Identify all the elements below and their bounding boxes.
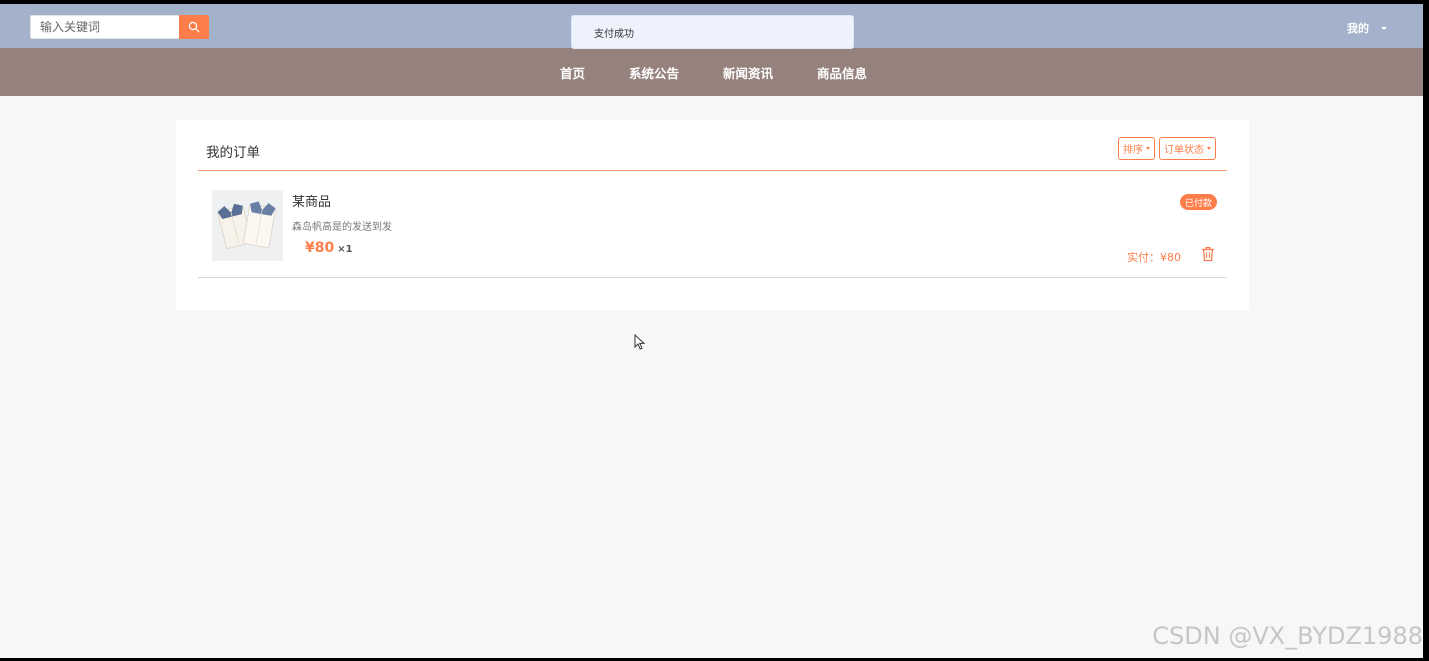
chevron-down-icon [1381, 26, 1387, 30]
user-menu-label: 我的 [1347, 22, 1369, 35]
shirt-image [212, 190, 283, 261]
product-description: 森岛帆高是的发送到发 [292, 222, 392, 233]
page-title: 我的订单 [206, 145, 260, 161]
page-viewport: 支付成功 我的 首页 系统公告 新闻资讯 商品信息 我的订单 排序 订单状态 [0, 4, 1423, 658]
cursor-icon [634, 334, 646, 350]
watermark-text: CSDN @VX_BYDZ1988 [1152, 622, 1423, 650]
main-nav: 首页 系统公告 新闻资讯 商品信息 [0, 48, 1423, 96]
payment-success-toast: 支付成功 [571, 15, 854, 49]
product-price: ¥80 [305, 240, 335, 256]
product-thumbnail[interactable] [212, 190, 283, 261]
paid-label: 实付： [1127, 251, 1160, 264]
chevron-down-icon [1146, 147, 1150, 150]
trash-icon [1202, 247, 1214, 262]
nav-item-announcements[interactable]: 系统公告 [607, 63, 701, 82]
search-box[interactable] [30, 15, 180, 39]
top-header: 支付成功 我的 [0, 4, 1423, 49]
search-icon [188, 21, 200, 33]
paid-amount: ¥80 [1160, 251, 1181, 264]
search-button[interactable] [179, 15, 209, 39]
price-line: ¥80 ×1 [305, 240, 353, 256]
orders-panel: 我的订单 排序 订单状态 某商品 森岛帆高是的发送到发 ¥80 ×1 已付款 实… [176, 120, 1249, 310]
order-item: 某商品 森岛帆高是的发送到发 ¥80 ×1 已付款 实付：¥80 [198, 172, 1227, 278]
sort-label: 排序 [1123, 145, 1143, 156]
order-tools: 排序 订单状态 [1118, 137, 1216, 160]
user-menu[interactable]: 我的 [1347, 20, 1387, 36]
delete-order-button[interactable] [1201, 246, 1215, 262]
toast-message: 支付成功 [594, 28, 634, 40]
nav-item-news[interactable]: 新闻资讯 [701, 63, 795, 82]
order-status-label: 订单状态 [1164, 145, 1204, 156]
chevron-down-icon [1207, 147, 1211, 150]
sort-dropdown[interactable]: 排序 [1118, 137, 1155, 160]
paid-total: 实付：¥80 [1127, 249, 1181, 265]
nav-item-products[interactable]: 商品信息 [795, 63, 889, 82]
status-badge: 已付款 [1179, 194, 1217, 210]
order-status-dropdown[interactable]: 订单状态 [1159, 137, 1216, 160]
product-quantity: ×1 [337, 244, 353, 255]
orders-panel-header: 我的订单 排序 订单状态 [198, 120, 1227, 171]
product-name[interactable]: 某商品 [292, 191, 331, 210]
nav-item-home[interactable]: 首页 [538, 63, 607, 82]
search-input[interactable] [31, 16, 179, 38]
